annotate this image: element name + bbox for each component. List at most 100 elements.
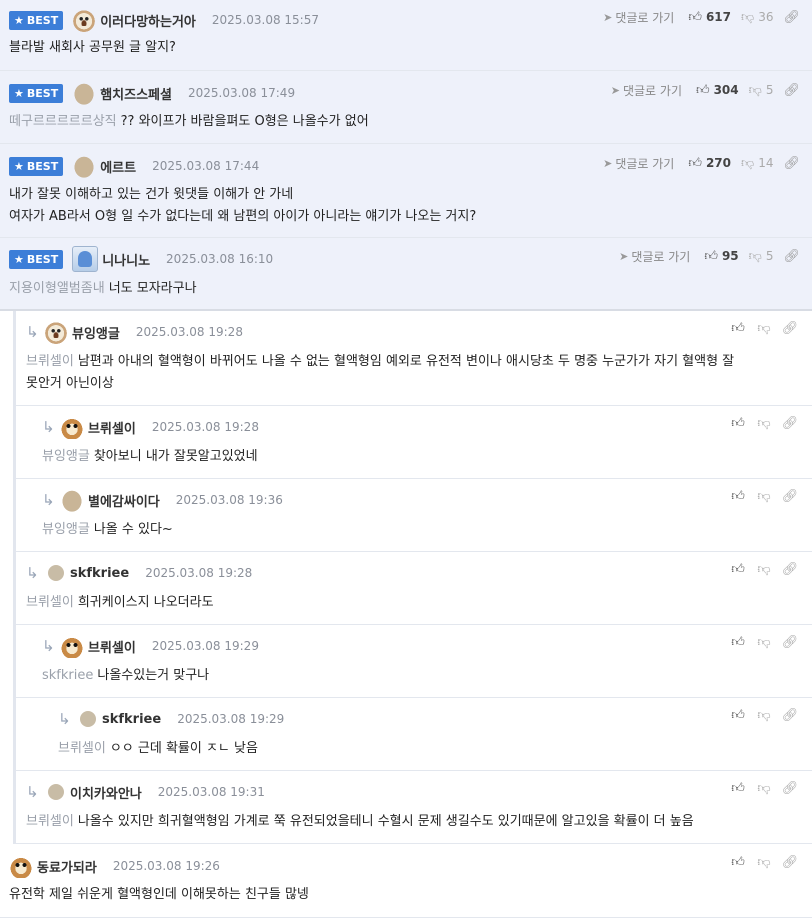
thumb-up-icon[interactable]: 👍︎ (725, 416, 751, 431)
upvote-button[interactable]: 👍︎ 270 (688, 156, 731, 171)
author-name[interactable]: skfkriee (70, 566, 129, 581)
avatar[interactable] (72, 154, 97, 178)
thumb-down-icon: 👎︎ (748, 248, 762, 264)
author-name[interactable]: 햄치즈스페셜 (100, 84, 172, 103)
comment-item: ↳ skfkriee 2025.03.08 19:28 👍︎ 👎︎ 🔗︎ 브뤼셀… (13, 552, 812, 625)
avatar[interactable] (72, 81, 97, 105)
author-name[interactable]: skfkriee (102, 712, 161, 727)
thumb-up-icon[interactable]: 👍︎ (725, 321, 751, 336)
reply-arrow-icon: ↳ (42, 491, 55, 509)
comment-item: ↳ 브뤼셀이 2025.03.08 19:29 👍︎ 👎︎ 🔗︎ skfkrie… (13, 625, 812, 698)
author-name[interactable]: 동료가되라 (37, 857, 97, 876)
link-icon[interactable]: 🔗︎ (777, 781, 803, 796)
thumb-up-icon[interactable]: 👍︎ (725, 781, 751, 796)
thumb-down-icon[interactable]: 👎︎ (751, 489, 777, 504)
thumb-down-icon[interactable]: 👎︎ (751, 635, 777, 650)
comment-item: ↳ 뷰잉앵글 2025.03.08 19:28 👍︎ 👎︎ 🔗︎ 브뤼셀이 남편과… (13, 311, 812, 406)
reply-arrow-icon: ↳ (26, 783, 39, 801)
comment-date: 2025.03.08 19:31 (157, 785, 265, 799)
reply-target-name[interactable]: skfkriee (42, 668, 93, 683)
avatar[interactable] (48, 784, 64, 800)
thumb-down-icon[interactable]: 👎︎ (751, 781, 777, 796)
downvote-button[interactable]: 👎︎ 36 (741, 10, 773, 25)
reply-target-name[interactable]: 떼구르르르르르상직 (9, 114, 117, 129)
comment-text: 찾아보니 내가 잘못알고있었네 (93, 449, 258, 464)
upvote-button[interactable]: 👍︎ 617 (688, 10, 731, 25)
best-badge: ★ BEST (9, 10, 64, 30)
thumb-down-icon[interactable]: 👎︎ (751, 562, 777, 577)
comment-item: ★ BEST 햄치즈스페셜 2025.03.08 17:49 ➤ 댓글로 가기 👍︎… (0, 71, 812, 144)
avatar[interactable] (72, 246, 99, 272)
author-name[interactable]: 에르트 (100, 157, 136, 176)
link-icon[interactable]: 🔗︎ (777, 321, 803, 336)
avatar[interactable] (72, 8, 97, 32)
comment-text: 내가 잘못 이해하고 있는 건가 윗댓들 이해가 안 가네 (9, 187, 294, 202)
avatar[interactable] (9, 854, 33, 878)
reply-target-name[interactable]: 브뤼셀이 (26, 814, 74, 829)
link-icon[interactable]: 🔗︎ (783, 156, 800, 171)
goto-comment-link[interactable]: ➤ 댓글로 가기 (603, 9, 674, 26)
best-badge: ★ BEST (9, 156, 64, 176)
link-icon[interactable]: 🔗︎ (777, 416, 803, 431)
comment-date: 2025.03.08 19:28 (135, 325, 243, 339)
reply-target-name[interactable]: 뷰잉앵글 (42, 449, 90, 464)
avatar[interactable] (48, 565, 64, 581)
thumb-up-icon[interactable]: 👍︎ (725, 708, 751, 723)
author-name[interactable]: 브뤼셀이 (88, 418, 136, 437)
comment-item: ★ BEST 니나니노 2025.03.08 16:10 ➤ 댓글로 가기 👍︎ 95… (0, 238, 812, 311)
send-icon: ➤ (603, 10, 613, 24)
reply-arrow-icon: ↳ (42, 637, 55, 655)
link-icon[interactable]: 🔗︎ (777, 855, 803, 870)
thumb-down-icon[interactable]: 👎︎ (751, 416, 777, 431)
author-name[interactable]: 브뤼셀이 (88, 637, 136, 656)
downvote-button[interactable]: 👎︎ 14 (741, 156, 773, 171)
thumb-down-icon: 👎︎ (741, 155, 755, 171)
avatar[interactable] (80, 711, 96, 727)
thumb-down-icon[interactable]: 👎︎ (751, 855, 777, 870)
author-name[interactable]: 뷰잉앵글 (72, 323, 120, 342)
thumb-up-icon[interactable]: 👍︎ (725, 562, 751, 577)
reply-target-name[interactable]: 브뤼셀이 (26, 595, 74, 610)
avatar[interactable] (44, 320, 68, 344)
reply-target-name[interactable]: 뷰잉앵글 (42, 522, 90, 537)
thumb-up-icon: 👍︎ (704, 248, 718, 264)
link-icon[interactable]: 🔗︎ (783, 83, 800, 98)
goto-comment-link[interactable]: ➤ 댓글로 가기 (611, 82, 682, 99)
comment-text: 나올 수 있다~ (93, 522, 173, 537)
thumb-up-icon[interactable]: 👍︎ (725, 635, 751, 650)
reply-target-name[interactable]: 브뤼셀이 (58, 741, 106, 756)
avatar[interactable] (60, 415, 84, 439)
goto-comment-link[interactable]: ➤ 댓글로 가기 (619, 248, 690, 265)
reply-target-name[interactable]: 브뤼셀이 (26, 354, 74, 369)
upvote-button[interactable]: 👍︎ 304 (696, 83, 739, 98)
downvote-button[interactable]: 👎︎ 5 (749, 249, 774, 264)
goto-comment-link[interactable]: ➤ 댓글로 가기 (603, 155, 674, 172)
comment-text: 나올수있는거 맞구나 (97, 668, 210, 683)
author-name[interactable]: 니나니노 (102, 250, 150, 269)
comment-date: 2025.03.08 19:36 (175, 493, 283, 507)
comment-text: 너도 모자라구나 (108, 281, 197, 296)
thumb-up-icon: 👍︎ (695, 82, 710, 98)
link-icon[interactable]: 🔗︎ (783, 249, 800, 264)
thumb-down-icon[interactable]: 👎︎ (751, 321, 777, 336)
comment-date: 2025.03.08 16:10 (166, 252, 274, 266)
author-name[interactable]: 이러다망하는거아 (100, 11, 196, 30)
author-name[interactable]: 별에감싸이다 (88, 491, 160, 510)
comment-date: 2025.03.08 15:57 (211, 13, 319, 27)
thumb-up-icon[interactable]: 👍︎ (725, 855, 751, 870)
downvote-button[interactable]: 👎︎ 5 (749, 83, 774, 98)
link-icon[interactable]: 🔗︎ (777, 489, 803, 504)
thumb-down-icon[interactable]: 👎︎ (751, 708, 777, 723)
link-icon[interactable]: 🔗︎ (783, 10, 800, 25)
upvote-button[interactable]: 👍︎ 95 (704, 249, 738, 264)
link-icon[interactable]: 🔗︎ (777, 708, 803, 723)
thumb-up-icon[interactable]: 👍︎ (725, 489, 751, 504)
reply-target-name[interactable]: 지용이형앨범좀내 (9, 281, 105, 296)
avatar[interactable] (60, 488, 84, 512)
link-icon[interactable]: 🔗︎ (777, 635, 803, 650)
comment-item: ↳ skfkriee 2025.03.08 19:29 👍︎ 👎︎ 🔗︎ 브뤼셀… (13, 698, 812, 771)
link-icon[interactable]: 🔗︎ (777, 562, 803, 577)
best-badge: ★ BEST (9, 83, 64, 103)
avatar[interactable] (60, 634, 84, 658)
author-name[interactable]: 이치카와안나 (70, 783, 142, 802)
